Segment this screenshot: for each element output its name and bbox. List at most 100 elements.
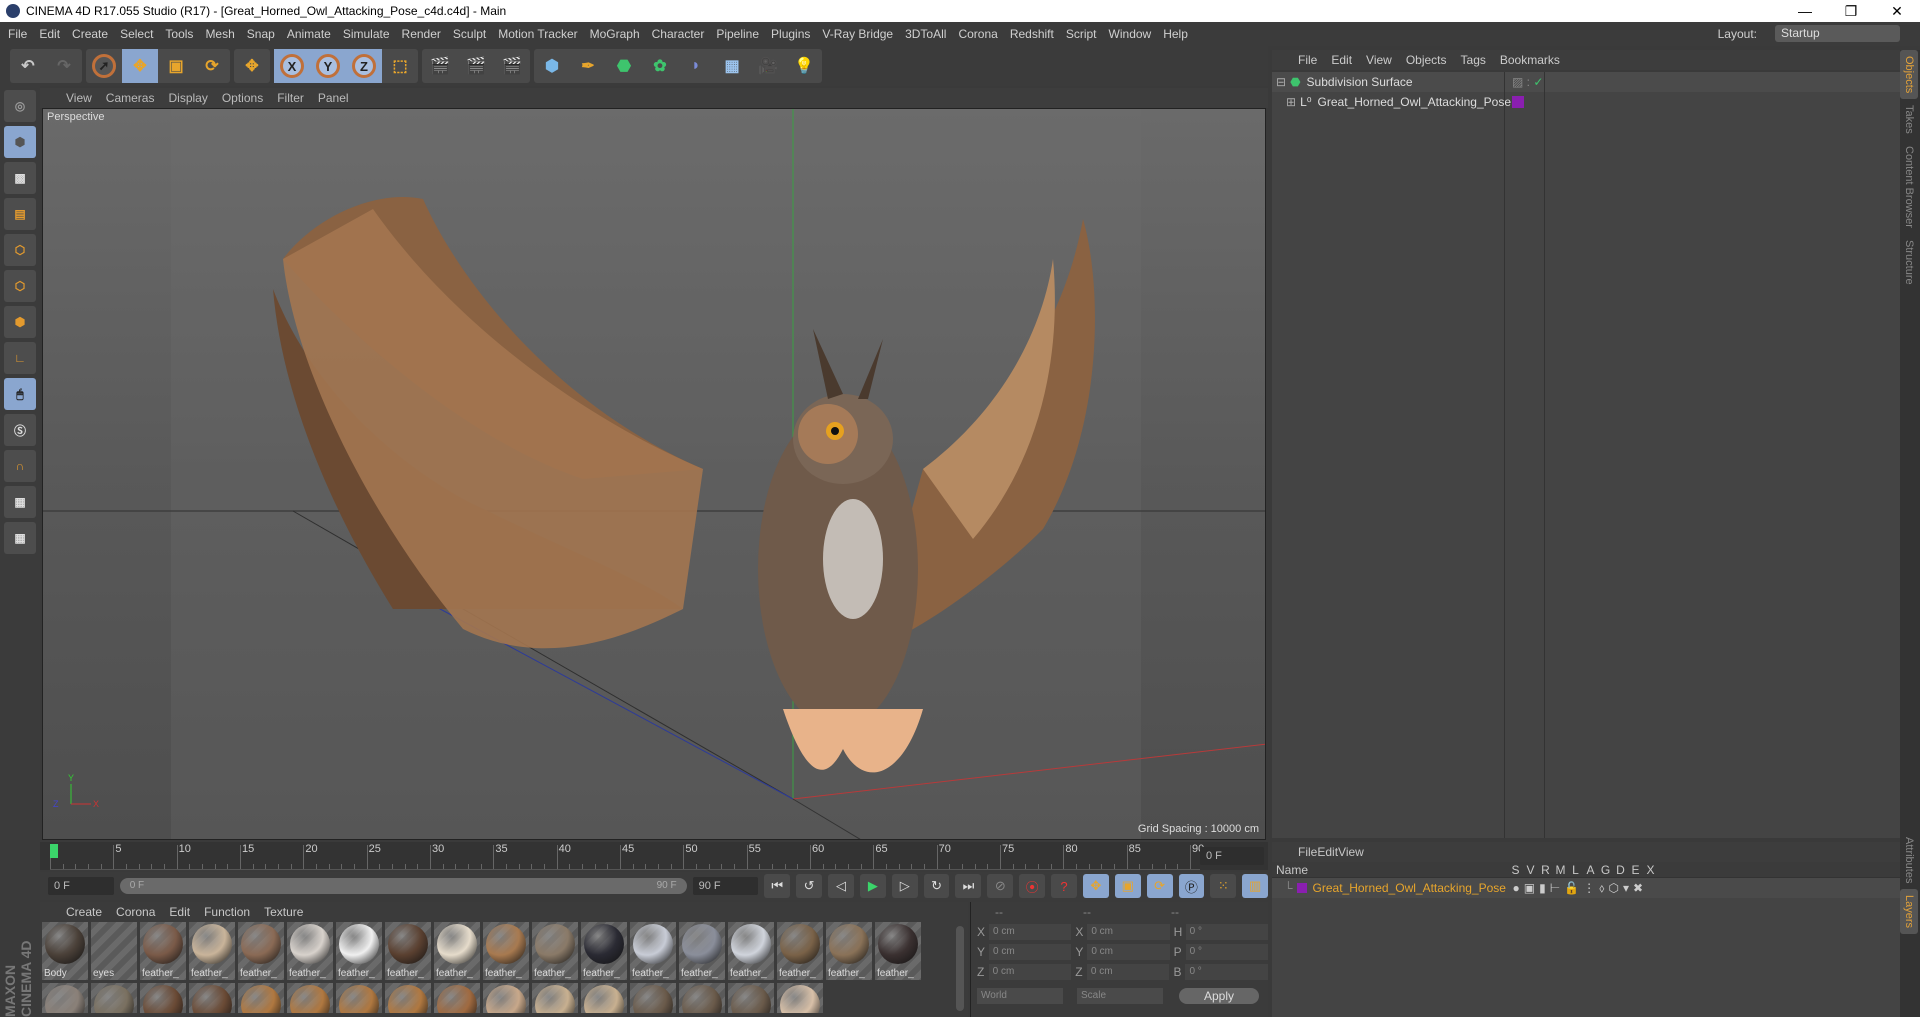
points-mode-button[interactable]: ⬡ <box>4 234 36 266</box>
material-swatch[interactable] <box>238 983 284 1013</box>
viewport-menu-cameras[interactable]: Cameras <box>106 91 155 105</box>
render-picture-viewer-button[interactable]: 🎬 <box>458 49 494 83</box>
start-frame-field[interactable]: 0 F <box>48 877 114 895</box>
viewport-menu-display[interactable]: Display <box>168 91 207 105</box>
tab-structure[interactable]: Structure <box>1900 234 1918 291</box>
tab-attributes[interactable]: Attributes <box>1900 831 1918 889</box>
key-parameter-button[interactable]: Ⓟ <box>1178 874 1205 898</box>
layout-dropdown[interactable]: Startup <box>1775 25 1900 42</box>
viewport-menu-options[interactable]: Options <box>222 91 263 105</box>
menu-mesh[interactable]: Mesh <box>205 27 234 41</box>
objects-menu-objects[interactable]: Objects <box>1406 53 1447 67</box>
menu-character[interactable]: Character <box>652 27 705 41</box>
close-button[interactable]: ✕ <box>1874 0 1920 22</box>
next-keyframe-button[interactable]: ↻ <box>923 874 950 898</box>
material-swatch[interactable] <box>777 983 823 1013</box>
workplane-lock-button[interactable]: ▦ <box>4 486 36 518</box>
playhead[interactable] <box>50 844 58 858</box>
menu-motion-tracker[interactable]: Motion Tracker <box>498 27 577 41</box>
edges-mode-button[interactable]: ⬡ <box>4 270 36 302</box>
z-axis-button[interactable]: Z <box>346 49 382 83</box>
material-swatch[interactable]: feather_ <box>336 922 382 980</box>
go-to-end-button[interactable]: ⏭ <box>955 874 982 898</box>
object-row-subdivision[interactable]: ⊟ ⬣ Subdivision Surface ▨ : ✓ <box>1272 72 1900 92</box>
menu-window[interactable]: Window <box>1109 27 1152 41</box>
menu-corona[interactable]: Corona <box>958 27 997 41</box>
material-menu-texture[interactable]: Texture <box>264 905 303 919</box>
timeline-ruler[interactable]: 051015202530354045505560657075808590 0 F <box>40 842 1268 870</box>
keyframe-selection-button[interactable]: ? <box>1051 874 1077 898</box>
objects-menu-bookmarks[interactable]: Bookmarks <box>1500 53 1560 67</box>
snap-magnet-icon[interactable]: ∩ <box>4 450 36 482</box>
deformer-icon[interactable]: ◗ <box>678 49 714 83</box>
layer-color-swatch[interactable] <box>1296 883 1307 893</box>
scale-tool-button[interactable]: ▣ <box>158 49 194 83</box>
y-axis-button[interactable]: Y <box>310 49 346 83</box>
go-to-start-button[interactable]: ⏮ <box>764 874 791 898</box>
rotate-tool-button[interactable]: ⟳ <box>194 49 230 83</box>
visibility-toggles[interactable]: ▨ : ✓ <box>1512 75 1543 89</box>
menu-tools[interactable]: Tools <box>165 27 193 41</box>
material-swatch[interactable] <box>532 983 578 1013</box>
material-swatch[interactable]: feather_ <box>532 922 578 980</box>
menu-v-ray-bridge[interactable]: V-Ray Bridge <box>822 27 893 41</box>
redo-button[interactable]: ↷ <box>46 49 82 83</box>
material-swatch[interactable]: feather_ <box>728 922 774 980</box>
coordinate-system-button[interactable]: ⬚ <box>382 49 418 83</box>
coord-field[interactable]: 0 ° <box>1185 924 1268 940</box>
material-menu-create[interactable]: Create <box>66 905 102 919</box>
tab-layers[interactable]: Layers <box>1900 889 1918 935</box>
play-button[interactable]: ▶ <box>859 874 886 898</box>
menu-snap[interactable]: Snap <box>247 27 275 41</box>
layer-flag-icons[interactable]: ●▣▮⊢🔓⋮⬨⬡▾✖ <box>1513 881 1648 896</box>
material-swatch[interactable]: feather_ <box>630 922 676 980</box>
floor-icon[interactable]: ▦ <box>714 49 750 83</box>
tab-objects[interactable]: Objects <box>1900 50 1918 100</box>
transform-tool-button[interactable]: ✥ <box>234 49 270 83</box>
cloner-icon[interactable]: ✿ <box>642 49 678 83</box>
menu-pipeline[interactable]: Pipeline <box>716 27 759 41</box>
material-swatch[interactable]: feather_ <box>826 922 872 980</box>
menu-render[interactable]: Render <box>402 27 441 41</box>
menu-create[interactable]: Create <box>72 27 108 41</box>
layer-color-swatch[interactable] <box>1512 96 1524 108</box>
model-mode-button[interactable]: ⬢ <box>4 126 36 158</box>
coord-field[interactable]: 0 ° <box>1185 944 1268 960</box>
coord-field[interactable]: 0 cm <box>1086 964 1170 980</box>
material-scrollbar[interactable] <box>956 926 964 1011</box>
texture-mode-button[interactable]: ▩ <box>4 162 36 194</box>
material-swatch[interactable] <box>483 983 529 1013</box>
key-position-button[interactable]: ✥ <box>1082 874 1109 898</box>
layers-menu-view[interactable]: View <box>1338 845 1364 859</box>
material-menu-function[interactable]: Function <box>204 905 250 919</box>
objects-menu-edit[interactable]: Edit <box>1331 53 1352 67</box>
material-swatch[interactable]: Body <box>42 922 88 980</box>
menu-help[interactable]: Help <box>1163 27 1188 41</box>
object-row-owl[interactable]: ⊞ L⁰ Great_Horned_Owl_Attacking_Pose <box>1272 92 1900 112</box>
coord-field[interactable]: 0 cm <box>1087 924 1170 940</box>
solo-button[interactable]: Ⓢ <box>4 414 36 446</box>
material-swatch[interactable] <box>140 983 186 1013</box>
world-dropdown[interactable]: World <box>977 988 1063 1004</box>
material-swatch[interactable]: feather_ <box>875 922 921 980</box>
restore-button[interactable]: ❐ <box>1828 0 1874 22</box>
material-swatch[interactable] <box>91 983 137 1013</box>
viewport-menu-panel[interactable]: Panel <box>318 91 349 105</box>
menu-mograph[interactable]: MoGraph <box>590 27 640 41</box>
tab-takes[interactable]: Takes <box>1900 99 1918 140</box>
menu-redshift[interactable]: Redshift <box>1010 27 1054 41</box>
apply-button[interactable]: Apply <box>1179 988 1259 1004</box>
frame-range-slider[interactable]: 0 F 90 F <box>119 878 687 894</box>
material-swatch[interactable]: feather_ <box>581 922 627 980</box>
polygons-mode-button[interactable]: ⬢ <box>4 306 36 338</box>
material-swatch[interactable] <box>42 983 88 1013</box>
material-swatch[interactable] <box>679 983 725 1013</box>
objects-menu-tags[interactable]: Tags <box>1461 53 1486 67</box>
key-scale-button[interactable]: ▣ <box>1114 874 1141 898</box>
menu-file[interactable]: File <box>8 27 27 41</box>
camera-icon[interactable]: 🎥 <box>750 49 786 83</box>
subdivision-surface-icon[interactable]: ⬣ <box>606 49 642 83</box>
objects-menu-file[interactable]: File <box>1298 53 1317 67</box>
material-swatch[interactable] <box>728 983 774 1013</box>
layer-row[interactable]: └ Great_Horned_Owl_Attacking_Pose ●▣▮⊢🔓⋮… <box>1272 878 1900 898</box>
